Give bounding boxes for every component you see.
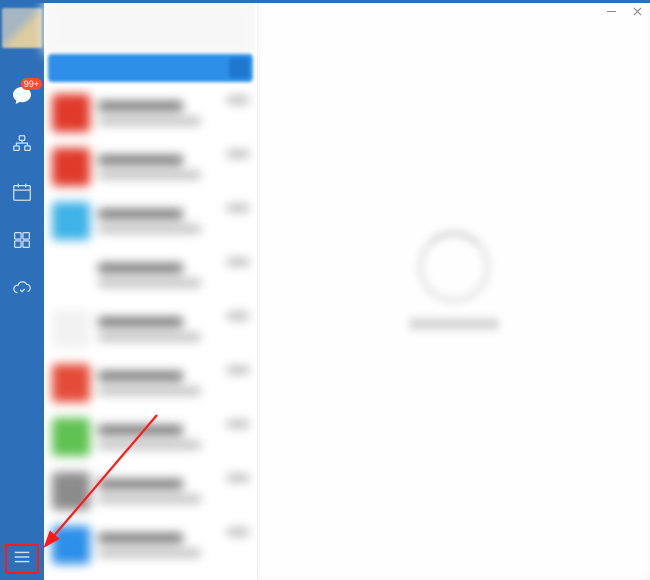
- conversation-avatar: [52, 202, 90, 240]
- unread-badge: 99+: [21, 78, 42, 90]
- avatar[interactable]: [2, 8, 42, 48]
- conversation-time: [227, 420, 249, 428]
- conversation-item[interactable]: [44, 410, 257, 464]
- nav-calendar[interactable]: [8, 178, 36, 206]
- minimize-button[interactable]: [604, 4, 618, 18]
- conversation-time: [227, 528, 249, 536]
- conversation-list: [44, 0, 258, 580]
- loading-spinner-icon: [417, 230, 491, 304]
- main-content: [258, 0, 650, 580]
- conversation-text: [98, 533, 219, 557]
- selected-conversation[interactable]: [48, 54, 253, 82]
- list-header: [44, 0, 257, 54]
- conversation-avatar: [52, 526, 90, 564]
- loading-text: [409, 318, 499, 330]
- conversation-item[interactable]: [44, 86, 257, 140]
- conversation-text: [98, 425, 219, 449]
- conversation-time: [227, 366, 249, 374]
- conversation-text: [98, 263, 219, 287]
- conversation-time: [227, 312, 249, 320]
- nav-cloud[interactable]: [8, 274, 36, 302]
- conversation-text: [98, 371, 219, 395]
- conversation-time: [227, 258, 249, 266]
- conversation-avatar: [52, 256, 90, 294]
- search-icon[interactable]: [229, 58, 249, 78]
- conversation-scroll[interactable]: [44, 86, 257, 580]
- conversation-avatar: [52, 364, 90, 402]
- app-window: 99+: [0, 0, 650, 580]
- nav-chat[interactable]: 99+: [8, 82, 36, 110]
- sidebar: 99+: [0, 0, 44, 580]
- title-bar-accent: [0, 0, 650, 3]
- menu-button[interactable]: [7, 542, 37, 572]
- conversation-time: [227, 474, 249, 482]
- window-controls: [604, 4, 644, 18]
- conversation-item[interactable]: [44, 464, 257, 518]
- conversation-item[interactable]: [44, 518, 257, 572]
- conversation-item[interactable]: [44, 356, 257, 410]
- conversation-time: [227, 150, 249, 158]
- conversation-item[interactable]: [44, 248, 257, 302]
- conversation-text: [98, 101, 219, 125]
- close-button[interactable]: [630, 4, 644, 18]
- conversation-text: [98, 317, 219, 341]
- conversation-item[interactable]: [44, 194, 257, 248]
- conversation-text: [98, 479, 219, 503]
- conversation-avatar: [52, 148, 90, 186]
- conversation-text: [98, 155, 219, 179]
- conversation-avatar: [52, 310, 90, 348]
- conversation-avatar: [52, 472, 90, 510]
- conversation-avatar: [52, 94, 90, 132]
- nav-org[interactable]: [8, 130, 36, 158]
- conversation-item[interactable]: [44, 140, 257, 194]
- conversation-text: [98, 209, 219, 233]
- nav-apps[interactable]: [8, 226, 36, 254]
- conversation-avatar: [52, 418, 90, 456]
- conversation-time: [227, 96, 249, 104]
- conversation-time: [227, 204, 249, 212]
- conversation-item[interactable]: [44, 302, 257, 356]
